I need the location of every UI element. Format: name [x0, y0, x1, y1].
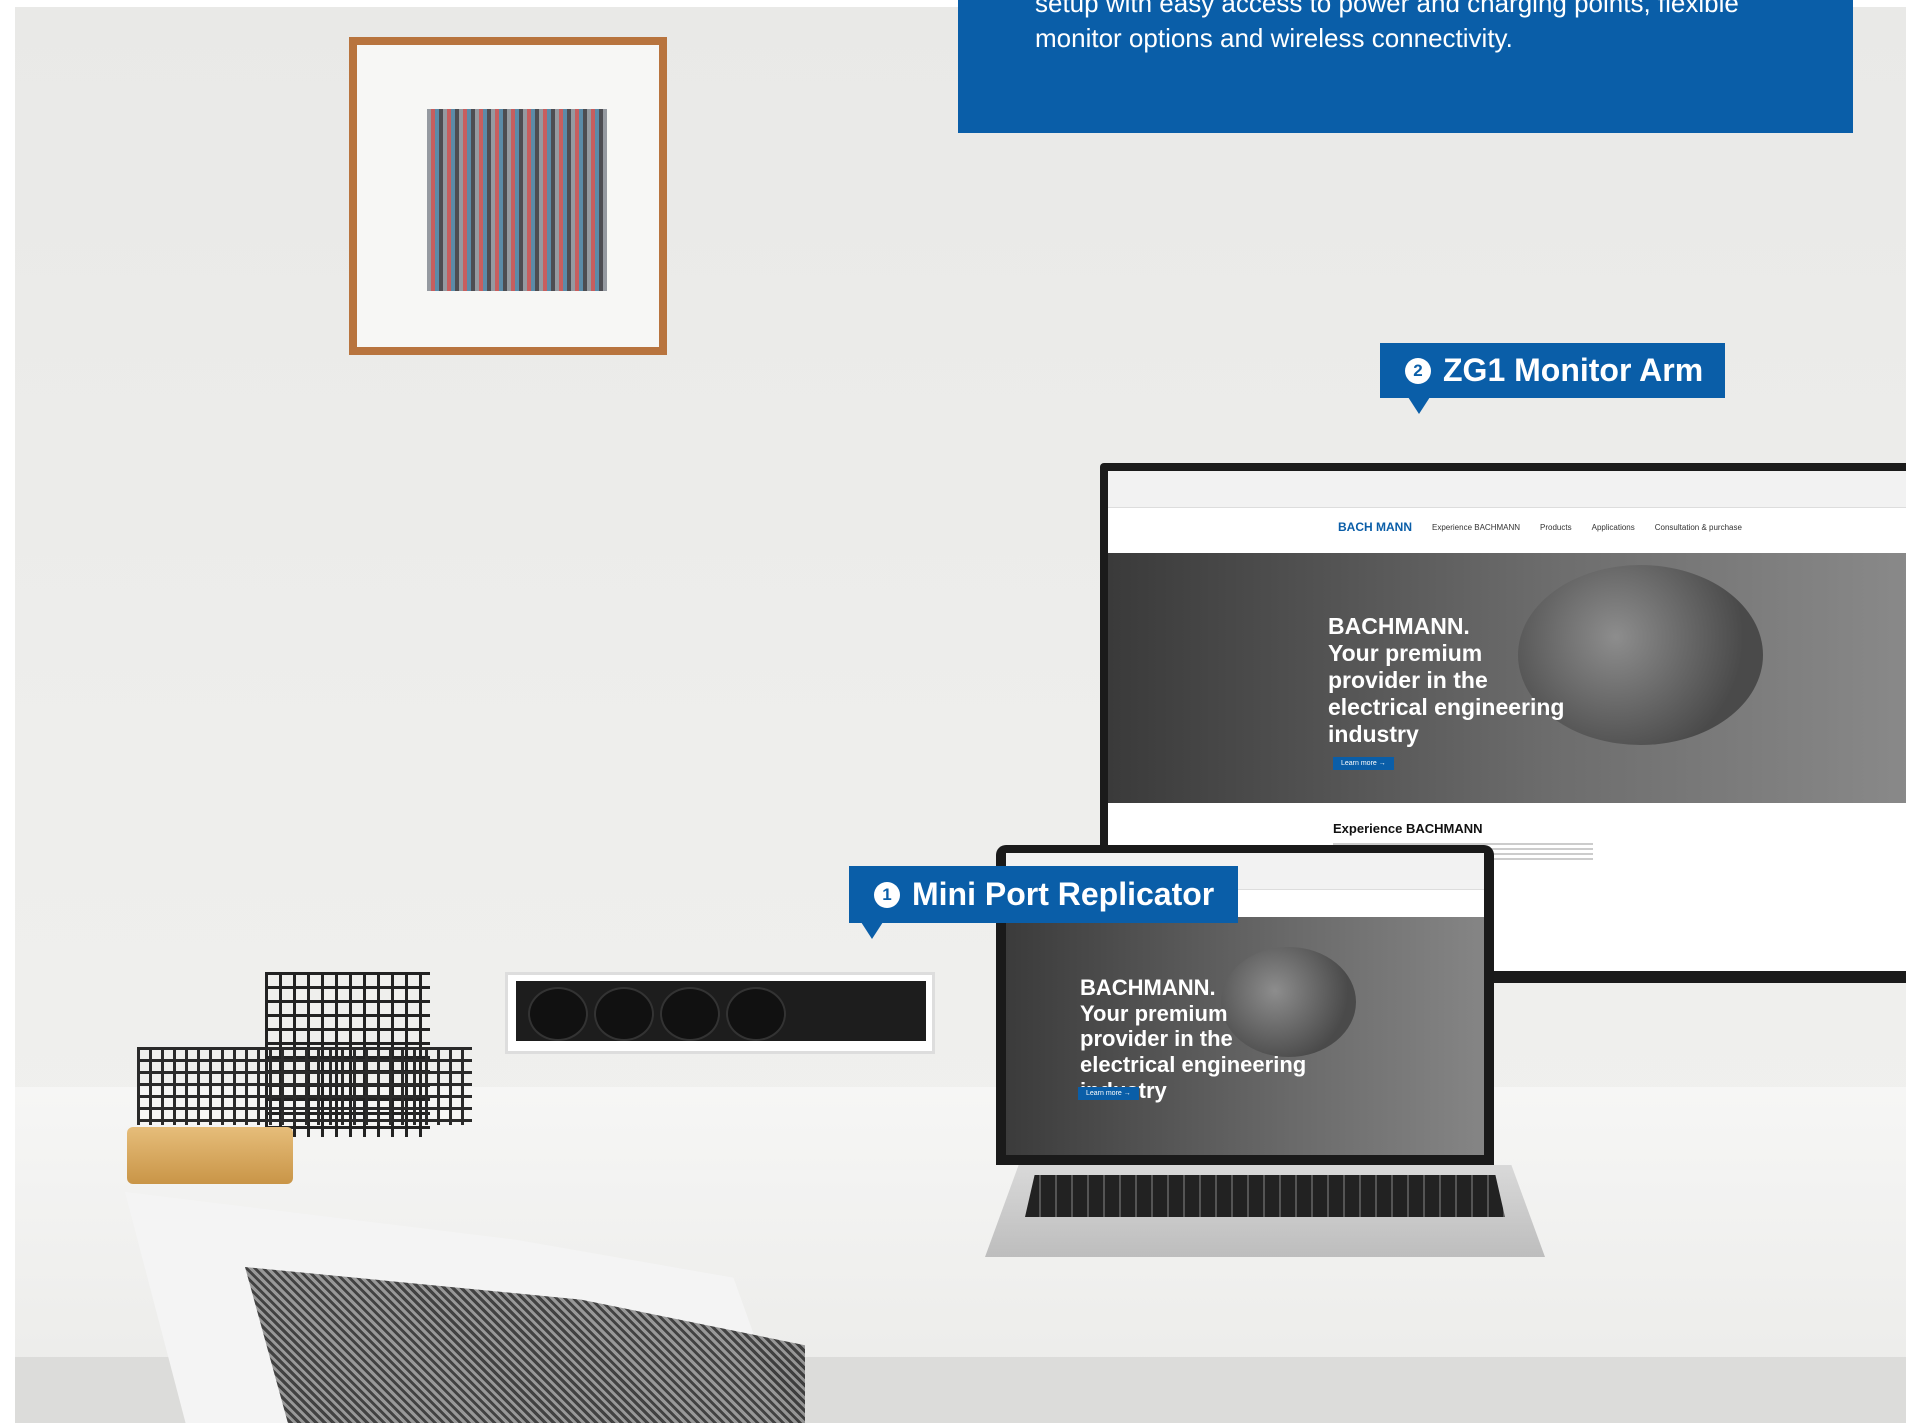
label-zg1-monitor-arm: 2 ZG1 Monitor Arm	[1380, 343, 1725, 414]
framed-artwork	[349, 37, 667, 355]
learn-more-button[interactable]: Learn more →	[1333, 757, 1394, 770]
mini-port-replicator	[505, 972, 935, 1054]
label-mini-port-replicator: 1 Mini Port Replicator	[849, 866, 1238, 939]
label-pointer	[861, 922, 883, 939]
laptop-hero-text: BACHMANN. Your premium provider in the e…	[1080, 975, 1307, 1103]
nav-item-applications[interactable]: Applications	[1592, 523, 1635, 532]
wooden-block	[127, 1127, 293, 1184]
nav-item-products[interactable]: Products	[1540, 523, 1572, 532]
monitor-hero-text: BACHMANN. Your premium provider in the e…	[1328, 613, 1565, 747]
label-pointer	[1408, 397, 1430, 414]
intro-text: setup with easy access to power and char…	[1035, 0, 1739, 53]
wire-basket	[137, 1047, 472, 1125]
section-title: Experience BACHMANN	[1333, 821, 1483, 836]
laptop-hero: BACHMANN. Your premium provider in the e…	[1006, 917, 1484, 1155]
nav-item-experience[interactable]: Experience BACHMANN	[1432, 523, 1520, 532]
socket	[660, 987, 720, 1041]
socket	[528, 987, 588, 1041]
label-text: Mini Port Replicator	[912, 876, 1215, 912]
number-badge: 1	[874, 881, 900, 908]
nav-item-consultation[interactable]: Consultation & purchase	[1655, 523, 1742, 532]
socket	[594, 987, 654, 1041]
monitor-hero: BACHMANN. Your premium provider in the e…	[1108, 553, 1906, 803]
number-badge: 2	[1405, 357, 1431, 384]
label-text: ZG1 Monitor Arm	[1443, 352, 1704, 388]
office-scene: BACH MANN Experience BACHMANN Products A…	[15, 7, 1906, 1423]
laptop-learn-more-button[interactable]: Learn more →	[1078, 1087, 1139, 1100]
artwork	[427, 109, 607, 291]
website-nav: BACH MANN Experience BACHMANN Products A…	[1108, 508, 1906, 546]
socket	[726, 987, 786, 1041]
replicator-panel	[516, 981, 926, 1041]
bachmann-logo: BACH MANN	[1338, 519, 1412, 534]
browser-bar	[1108, 471, 1906, 508]
laptop-keyboard	[1025, 1175, 1505, 1217]
